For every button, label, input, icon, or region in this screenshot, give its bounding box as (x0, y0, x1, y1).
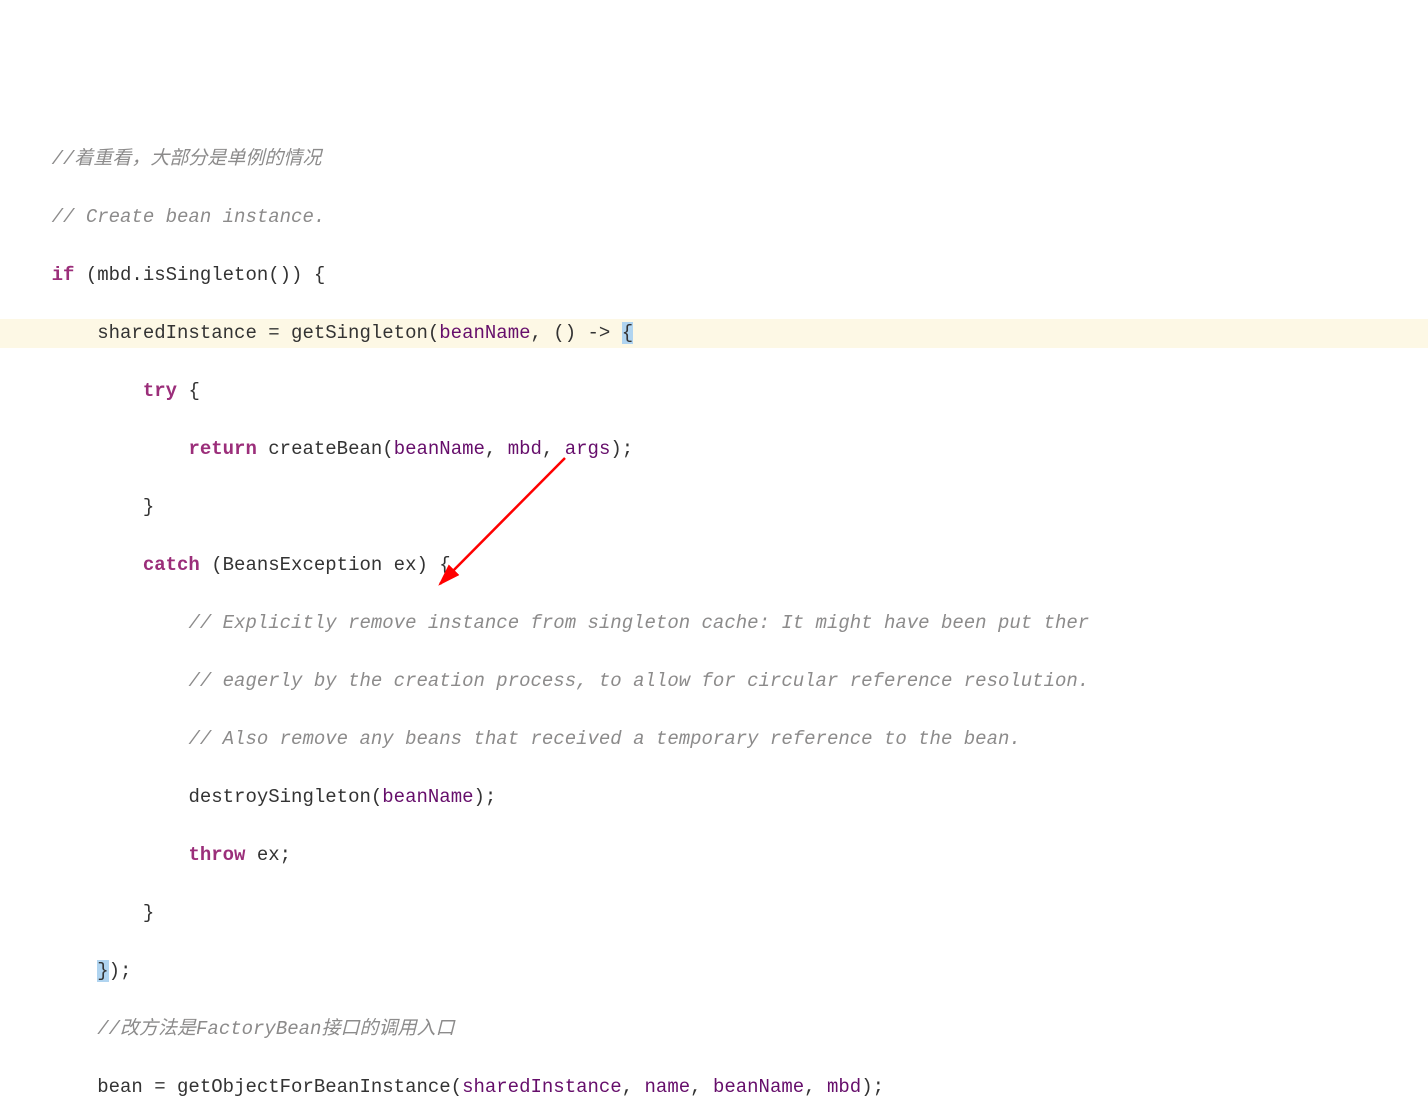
keyword-throw: throw (188, 844, 245, 866)
comment-text: // Create bean instance. (52, 206, 326, 228)
code-line: } (0, 899, 1428, 928)
code-line: //着重看，大部分是单例的情况 (0, 145, 1428, 174)
code-line: } (0, 493, 1428, 522)
code-line: // eagerly by the creation process, to a… (0, 667, 1428, 696)
keyword-if: if (52, 264, 75, 286)
code-line: throw ex; (0, 841, 1428, 870)
code-block: //着重看，大部分是单例的情况 // Create bean instance.… (0, 116, 1428, 668)
comment-text: //着重看，大部分是单例的情况 (52, 148, 322, 170)
code-line: // Create bean instance. (0, 203, 1428, 232)
code-line: //改方法是FactoryBean接口的调用入口 (0, 1015, 1428, 1044)
brace-highlight: { (622, 322, 633, 344)
code-line: destroySingleton(beanName); (0, 783, 1428, 812)
keyword-catch: catch (143, 554, 200, 576)
code-line: if (mbd.isSingleton()) { (0, 261, 1428, 290)
code-line: // Also remove any beans that received a… (0, 725, 1428, 754)
code-line: }); (0, 957, 1428, 986)
code-line: return createBean(beanName, mbd, args); (0, 435, 1428, 464)
code-line: catch (BeansException ex) { (0, 551, 1428, 580)
code-line: // Explicitly remove instance from singl… (0, 609, 1428, 638)
brace-highlight: } (97, 960, 108, 982)
comment-text: // eagerly by the creation process, to a… (188, 670, 1089, 692)
code-line: try { (0, 377, 1428, 406)
comment-text: // Explicitly remove instance from singl… (188, 612, 1089, 634)
keyword-try: try (143, 380, 177, 402)
code-line: bean = getObjectForBeanInstance(sharedIn… (0, 1073, 1428, 1102)
keyword-return: return (188, 438, 256, 460)
code-line-highlighted: sharedInstance = getSingleton(beanName, … (0, 319, 1428, 348)
comment-text: // Also remove any beans that received a… (188, 728, 1020, 750)
comment-text: //改方法是FactoryBean接口的调用入口 (97, 1018, 454, 1040)
